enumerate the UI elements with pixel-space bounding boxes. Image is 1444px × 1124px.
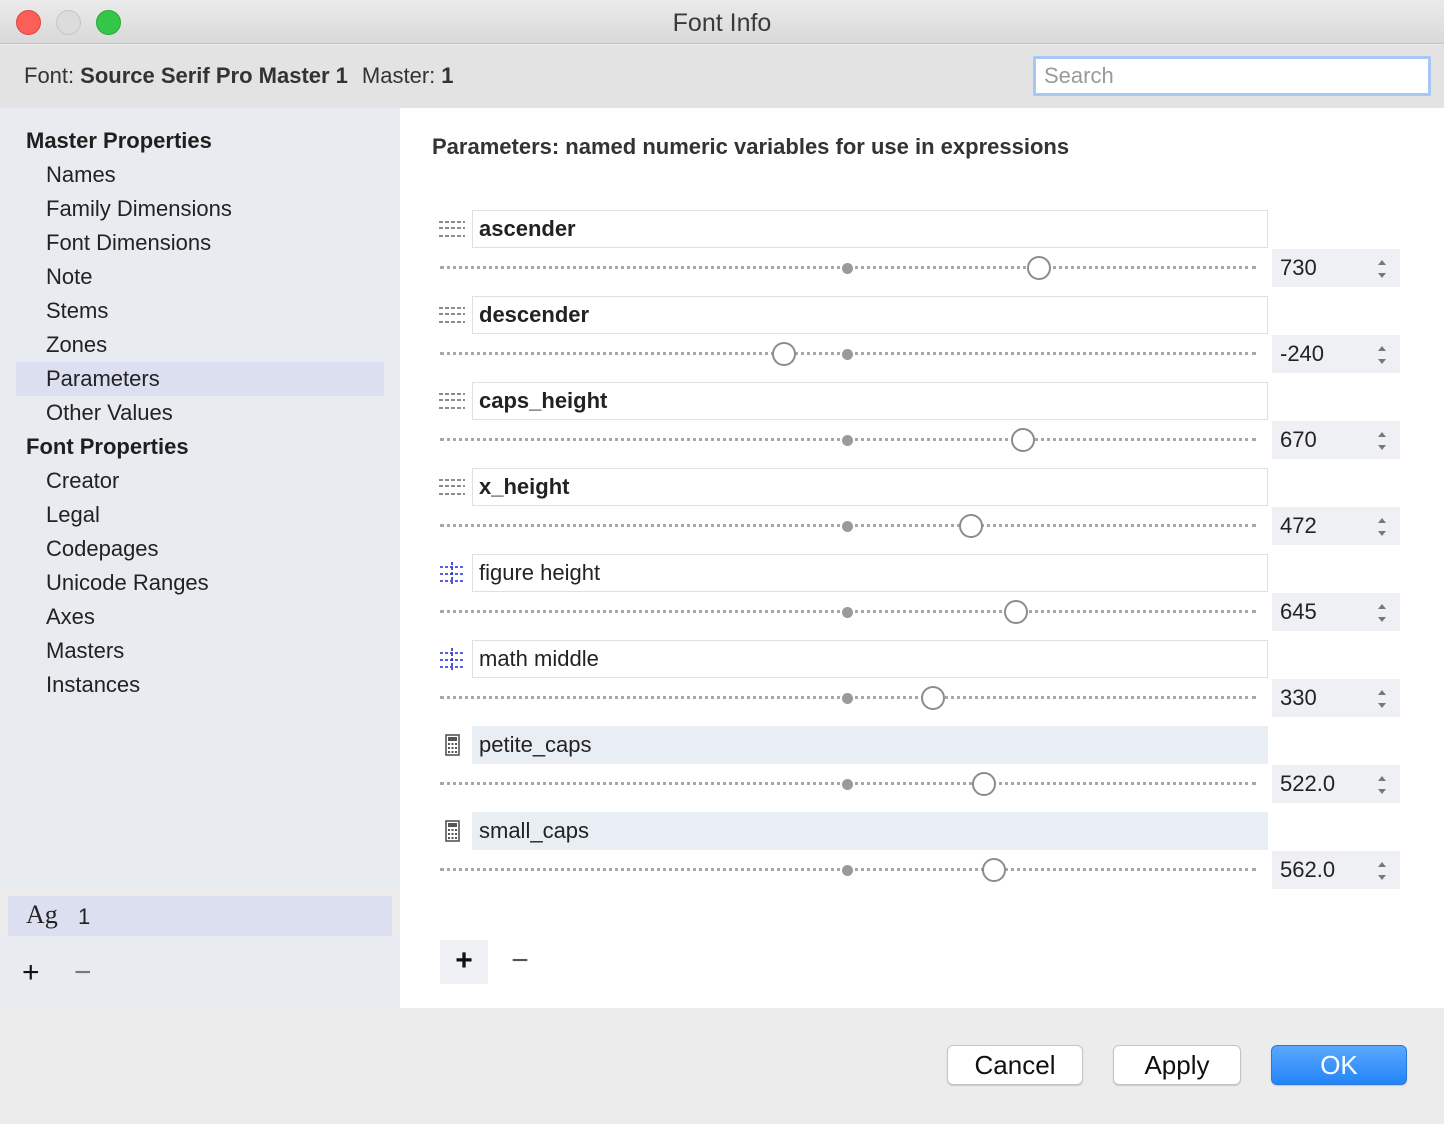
- stepper-arrows-icon[interactable]: [1376, 600, 1388, 626]
- dashed-lines-icon: [439, 479, 465, 495]
- calculator-icon: [445, 734, 460, 756]
- slider-knob[interactable]: [1011, 428, 1035, 452]
- slider-knob[interactable]: [1027, 256, 1051, 280]
- remove-parameter-button[interactable]: −: [504, 940, 536, 984]
- dashed-lines-icon: [439, 307, 465, 323]
- sidebar: Master Properties Names Family Dimension…: [0, 108, 400, 888]
- ok-button[interactable]: OK: [1271, 1045, 1407, 1085]
- remove-master-button[interactable]: −: [74, 958, 92, 988]
- page-title: Parameters: named numeric variables for …: [432, 134, 1070, 159]
- stepper-arrows-icon[interactable]: [1376, 256, 1388, 282]
- parameter-row-small-caps: small_caps 562.0: [400, 812, 1444, 898]
- sidebar-item-font-dimensions[interactable]: Font Dimensions: [16, 226, 384, 260]
- parameter-name-field[interactable]: x_height: [472, 468, 1268, 506]
- search-input[interactable]: [1033, 56, 1431, 96]
- crosshair-guide-icon: [440, 648, 464, 670]
- master-label: Master:: [361, 63, 436, 88]
- calculator-icon: [445, 820, 460, 842]
- slider-center-dot: [842, 435, 853, 446]
- sidebar-item-legal[interactable]: Legal: [16, 498, 384, 532]
- stepper-arrows-icon[interactable]: [1376, 858, 1388, 884]
- parameter-name-field[interactable]: descender: [472, 296, 1268, 334]
- slider-knob[interactable]: [972, 772, 996, 796]
- sidebar-item-zones[interactable]: Zones: [16, 328, 384, 362]
- slider-knob[interactable]: [921, 686, 945, 710]
- font-label: Font:: [24, 63, 75, 88]
- slider-center-dot: [842, 607, 853, 618]
- font-info-window: Font Info Font: Source Serif Pro Master 1…: [0, 0, 1444, 1124]
- parameters-panel: Parameters: named numeric variables for …: [400, 108, 1444, 1008]
- slider-center-dot: [842, 521, 853, 532]
- dashed-lines-icon: [439, 393, 465, 409]
- stepper-arrows-icon[interactable]: [1376, 686, 1388, 712]
- sidebar-item-stems[interactable]: Stems: [16, 294, 384, 328]
- font-header: Font: Source Serif Pro Master 1 Master: 1: [0, 45, 1444, 108]
- sidebar-item-axes[interactable]: Axes: [16, 600, 384, 634]
- dashed-lines-icon: [439, 221, 465, 237]
- parameter-row-figure-height: figure height 645: [400, 554, 1444, 640]
- master-list-item[interactable]: Ag 1: [8, 896, 392, 936]
- sidebar-item-masters[interactable]: Masters: [16, 634, 384, 668]
- sidebar-item-codepages[interactable]: Codepages: [16, 532, 384, 566]
- sidebar-item-instances[interactable]: Instances: [16, 668, 384, 702]
- sidebar-item-unicode-ranges[interactable]: Unicode Ranges: [16, 566, 384, 600]
- parameter-row-petite-caps: petite_caps 522.0: [400, 726, 1444, 812]
- sidebar-item-note[interactable]: Note: [16, 260, 384, 294]
- font-name: Source Serif Pro Master 1: [80, 63, 348, 88]
- sidebar-item-creator[interactable]: Creator: [16, 464, 384, 498]
- master-preview-glyph: Ag: [26, 900, 58, 929]
- parameter-name-field[interactable]: math middle: [472, 640, 1268, 678]
- font-info: Font: Source Serif Pro Master 1 Master: 1: [24, 63, 454, 89]
- sidebar-item-parameters[interactable]: Parameters: [16, 362, 384, 396]
- stepper-arrows-icon[interactable]: [1376, 514, 1388, 540]
- parameter-row-math-middle: math middle 330: [400, 640, 1444, 726]
- parameter-name-field[interactable]: figure height: [472, 554, 1268, 592]
- slider-center-dot: [842, 349, 853, 360]
- sidebar-bottom-bar: + −: [0, 936, 400, 1008]
- slider-knob[interactable]: [959, 514, 983, 538]
- slider-center-dot: [842, 693, 853, 704]
- slider-knob[interactable]: [1004, 600, 1028, 624]
- sidebar-item-names[interactable]: Names: [16, 158, 384, 192]
- add-parameter-button[interactable]: +: [440, 940, 488, 984]
- sidebar-item-other-values[interactable]: Other Values: [16, 396, 384, 430]
- parameter-name-field[interactable]: caps_height: [472, 382, 1268, 420]
- add-master-button[interactable]: +: [22, 958, 40, 988]
- slider-knob[interactable]: [772, 342, 796, 366]
- master-number: 1: [78, 904, 91, 929]
- parameter-expression-field[interactable]: small_caps: [472, 812, 1268, 850]
- slider-center-dot: [842, 779, 853, 790]
- window-title: Font Info: [672, 9, 772, 37]
- crosshair-guide-icon: [440, 562, 464, 584]
- slider-knob[interactable]: [982, 858, 1006, 882]
- slider-center-dot: [842, 865, 853, 876]
- stepper-arrows-icon[interactable]: [1376, 772, 1388, 798]
- parameter-expression-field[interactable]: petite_caps: [472, 726, 1268, 764]
- sidebar-group-font-properties[interactable]: Font Properties: [26, 434, 189, 460]
- dialog-footer: Cancel Apply OK: [0, 1008, 1444, 1124]
- parameter-row-ascender: ascender 730: [400, 210, 1444, 296]
- title-bar: Font Info: [0, 0, 1444, 44]
- parameter-row-x-height: x_height 472: [400, 468, 1444, 554]
- stepper-arrows-icon[interactable]: [1376, 428, 1388, 454]
- master-value: 1: [441, 63, 454, 88]
- sidebar-group-master-properties[interactable]: Master Properties: [26, 128, 212, 154]
- parameter-row-caps-height: caps_height 670: [400, 382, 1444, 468]
- slider-center-dot: [842, 263, 853, 274]
- apply-button[interactable]: Apply: [1113, 1045, 1241, 1085]
- cancel-button[interactable]: Cancel: [947, 1045, 1083, 1085]
- parameter-name-field[interactable]: ascender: [472, 210, 1268, 248]
- parameter-row-descender: descender -240: [400, 296, 1444, 382]
- sidebar-item-family-dimensions[interactable]: Family Dimensions: [16, 192, 384, 226]
- stepper-arrows-icon[interactable]: [1376, 342, 1388, 368]
